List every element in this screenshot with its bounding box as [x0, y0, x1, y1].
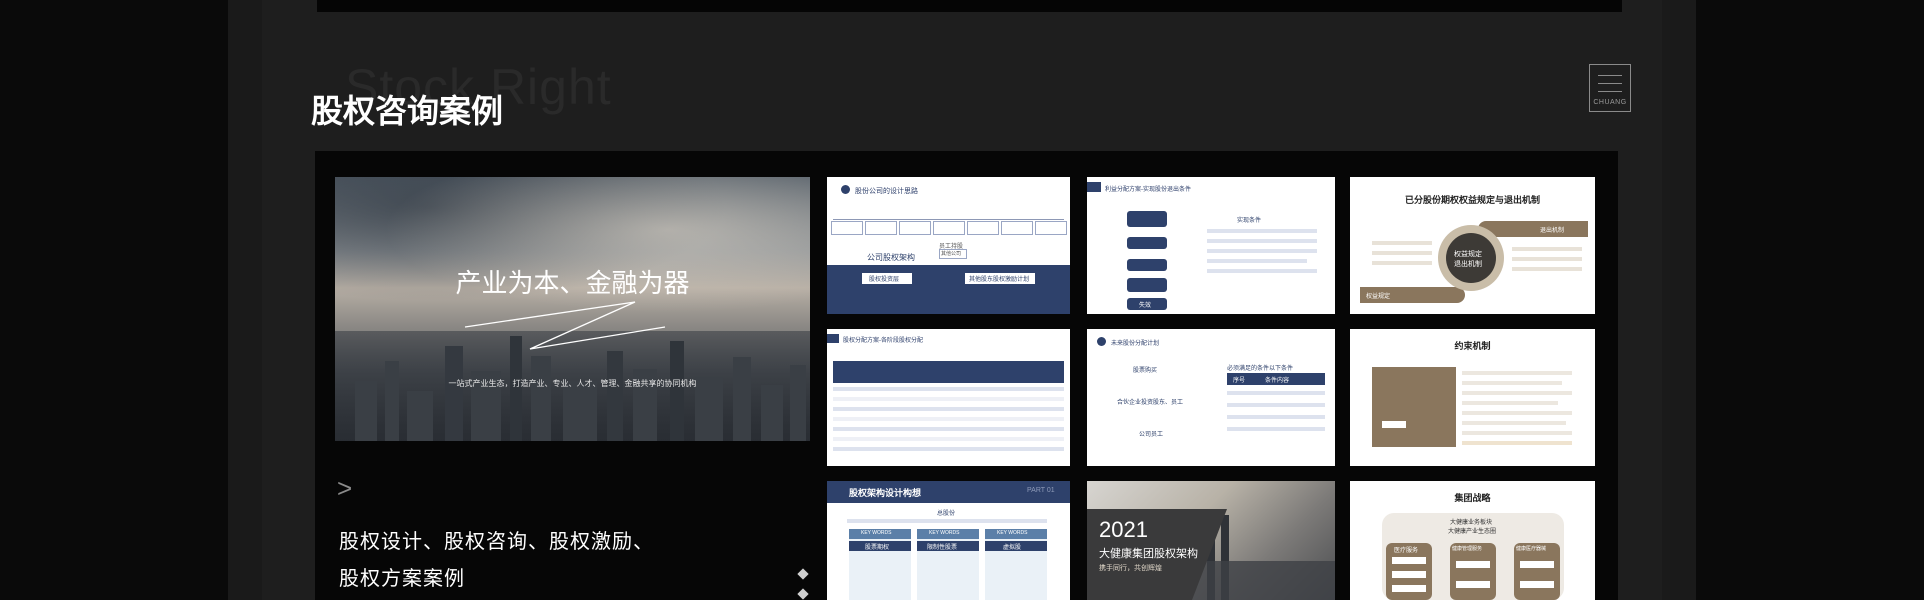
- circle-line1: 权益规定: [1454, 251, 1482, 258]
- brand-logo[interactable]: CHUANG: [1589, 64, 1631, 112]
- kw-label-2: KEY WORDS: [929, 530, 960, 536]
- case-slide-9[interactable]: 集团战略 大健康业务板块 大健康产业生态圈 医疗服务 健康管理服务 健康医疗器械: [1350, 481, 1595, 600]
- slide-center-l1: 大健康业务板块: [1450, 520, 1493, 526]
- kw-title-1: 股票期权: [865, 545, 890, 551]
- case-slide-2[interactable]: 利益分配方案-实现股份退出条件 失效 实现条件: [1087, 177, 1335, 314]
- case-slide-5[interactable]: 未来股份分配计划 股票购买 合伙企业投资股东、员工 公司员工 必须满足的条件以下…: [1087, 329, 1335, 466]
- slide-header: 股份公司的设计思路: [855, 188, 918, 195]
- pagination-dot[interactable]: [797, 588, 809, 600]
- slide-col1: 序号: [1233, 378, 1246, 384]
- slide-name: 大健康集团股权架构: [1099, 548, 1198, 560]
- slide-title: 集团战略: [1454, 493, 1491, 503]
- kw-label-1: KEY WORDS: [861, 530, 892, 536]
- slide-center-l2: 大健康产业生态圈: [1448, 529, 1497, 535]
- slide-title: 约束机制: [1454, 341, 1491, 351]
- right-margin: [1696, 0, 1924, 600]
- slide-center-label: 公司股权架构: [867, 253, 915, 262]
- case-slide-7[interactable]: 股权架构设计构想 PART 01 总股份 KEY WORDS KEY WORDS…: [827, 481, 1070, 600]
- slide-title: 已分股份期权权益规定与退出机制: [1404, 195, 1540, 205]
- case-slide-4[interactable]: 股权分配方案-各阶段股权分配: [827, 329, 1070, 466]
- hero-title: 产业为本、金融为器: [455, 268, 690, 298]
- slide-header: 股权分配方案-各阶段股权分配: [843, 338, 923, 344]
- slide-item-1: 股票购买: [1133, 368, 1158, 374]
- swoosh-graphic: [464, 301, 666, 350]
- hero-subtitle: 一站式产业生态，打造产业、专业、人才、管理、金融共享的协同机构: [448, 379, 697, 388]
- arrow-icon[interactable]: >: [337, 473, 352, 504]
- slide-box-right: 其他股东股权激励计划: [969, 277, 1030, 283]
- previous-section-bottom: [317, 0, 1622, 12]
- case-description-line1: 股权设计、股权咨询、股权激励、: [339, 531, 654, 553]
- slide-center-label: 总股份: [937, 511, 956, 517]
- kw-title-2: 限制性股票: [927, 545, 958, 551]
- slide-pill: 其他公司: [941, 251, 962, 257]
- slide-right-title: 实现条件: [1237, 218, 1262, 224]
- pagination-dots[interactable]: [797, 568, 809, 600]
- slide-year: 2021: [1099, 517, 1148, 542]
- hero-image[interactable]: 产业为本、金融为器 一站式产业生态，打造产业、专业、人才、管理、金融共享的协同机…: [335, 177, 810, 441]
- circle-line2: 退出机制: [1454, 261, 1482, 268]
- left-gutter: [228, 0, 262, 600]
- kw-title-3: 虚拟股: [1003, 545, 1022, 551]
- slide-table-title: 必须满足的条件以下条件: [1227, 366, 1294, 372]
- slide-branch-2: 健康管理服务: [1452, 546, 1483, 552]
- slide-col2: 条件内容: [1265, 378, 1290, 384]
- slide-branch-3: 健康医疗器械: [1516, 546, 1547, 552]
- case-slide-1[interactable]: 股份公司的设计思路 员工持股 其他公司 公司股权架构 股权投资层 其他股东股权激…: [827, 177, 1070, 314]
- case-slide-3[interactable]: 已分股份期权权益规定与退出机制 权益规定 退出机制 权益规定 退出机制: [1350, 177, 1595, 314]
- slide-step-bottom: 失效: [1139, 303, 1152, 309]
- slide-tag-right: 退出机制: [1540, 228, 1565, 234]
- kw-label-3: KEY WORDS: [997, 530, 1028, 536]
- case-description-line2: 股权方案案例: [339, 568, 465, 590]
- right-gutter: [1662, 0, 1696, 600]
- slide-branch-1: 医疗服务: [1394, 548, 1419, 554]
- slide-tagline: 携手同行，共创辉煌: [1099, 565, 1162, 572]
- slide-item-3: 公司员工: [1139, 432, 1164, 438]
- slide-header: 未来股份分配计划: [1111, 341, 1160, 347]
- slide-header: 利益分配方案-实现股份退出条件: [1105, 187, 1191, 193]
- case-slide-8[interactable]: 2021 大健康集团股权架构 携手同行，共创辉煌: [1087, 481, 1335, 600]
- left-margin: [0, 0, 228, 600]
- slide-item-2: 合伙企业投资股东、员工: [1117, 400, 1184, 406]
- case-slide-6[interactable]: 约束机制: [1350, 329, 1595, 466]
- pagination-dot[interactable]: [797, 568, 809, 580]
- slide-box-left: 股权投资层: [869, 277, 900, 283]
- slide-tag-left: 权益规定: [1366, 294, 1391, 300]
- section-title: 股权咨询案例: [311, 93, 504, 129]
- slide-part-tag: PART 01: [1027, 487, 1055, 494]
- slide-title: 股权架构设计构想: [849, 488, 922, 498]
- brand-logo-text: CHUANG: [1593, 99, 1627, 106]
